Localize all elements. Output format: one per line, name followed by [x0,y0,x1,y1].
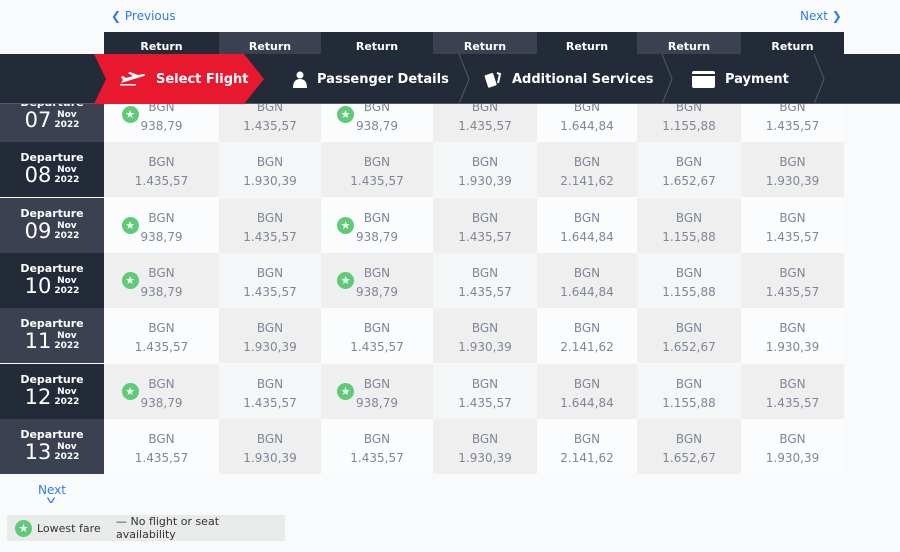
departure-row: Departure 12 Nov 2022 ★ BGN 938,79 BGN 1.435,57… [0,363,844,419]
fare-cell[interactable]: BGN 1.652,67 [637,418,741,474]
person-icon [293,71,307,88]
chevron-left-icon: ❮ [111,9,122,23]
fare-cell[interactable]: BGN 1.435,57 [321,418,433,474]
fare-cell[interactable]: BGN 1.435,57 [219,363,321,419]
fare-cell[interactable]: BGN 1.435,57 [433,363,537,419]
fare-cell[interactable]: BGN 1.930,39 [433,308,537,364]
fare-cell[interactable]: BGN 1.435,57 [104,142,219,198]
return-date-header: Return [219,32,321,56]
fare-cell[interactable]: BGN 1.930,39 [741,418,844,474]
lowest-fare-star-icon: ★ [337,216,354,234]
lowest-fare-star-icon: ★ [121,216,139,234]
fare-cell[interactable]: BGN 2.141,62 [537,308,637,364]
fare-cell[interactable]: BGN 1.652,67 [637,308,741,364]
departure-row: Departure 13 Nov 2022 BGN 1.435,57 BGN 1.930,3… [0,418,844,474]
credit-card-icon [692,70,715,88]
return-date-header: Return [433,32,537,56]
fare-cell[interactable]: BGN 2.141,62 [537,418,637,474]
chevron-down-icon: v [46,495,56,506]
departure-row: Departure 08 Nov 2022 BGN 1.435,57 BGN 1.930,3… [0,142,844,198]
airplane-icon [120,72,145,86]
next-link[interactable]: Next ❯ [800,9,842,23]
fare-cell[interactable]: BGN 1.155,88 [637,197,741,253]
fare-cell[interactable]: BGN 1.644,84 [537,197,637,253]
fare-cell[interactable]: BGN 1.435,57 [433,252,537,308]
legend-lowest-fare: ★ Lowest fare [7,515,109,541]
booking-steps-nav: Select Flight Passenger Details Addition… [0,54,900,104]
departure-date-cell: Departure 10 Nov 2022 [0,252,104,308]
lowest-fare-star-icon: ★ [337,271,354,289]
fare-cell[interactable]: BGN 1.930,39 [433,418,537,474]
step-additional-services[interactable]: Additional Services [484,54,654,104]
star-icon: ★ [15,519,32,537]
tickets-icon [484,71,502,88]
departure-date-cell: Departure 09 Nov 2022 [0,197,104,253]
fare-cell[interactable]: BGN 1.930,39 [433,142,537,198]
chevron-right-icon: ❯ [831,9,842,23]
departure-row: Departure 09 Nov 2022 ★ BGN 938,79 BGN 1.435,57… [0,197,844,253]
departure-date-cell: Departure 11 Nov 2022 [0,308,104,364]
departure-date-cell: Departure 12 Nov 2022 [0,363,104,419]
fare-cell[interactable]: BGN 1.930,39 [219,418,321,474]
fare-cell[interactable]: BGN 1.435,57 [219,252,321,308]
lowest-fare-star-icon: ★ [121,271,139,289]
fare-cell[interactable]: ★ BGN 938,79 [104,252,219,308]
step-select-flight[interactable]: Select Flight [120,54,248,104]
fare-cell[interactable]: BGN 1.435,57 [741,363,844,419]
step-separator [458,54,470,104]
step-separator [813,54,825,104]
previous-link[interactable]: ❮ Previous [111,9,176,23]
fare-cell[interactable]: ★ BGN 938,79 [104,363,219,419]
fare-cell[interactable]: BGN 1.652,67 [637,142,741,198]
fare-cell[interactable]: BGN 1.435,57 [104,418,219,474]
lowest-fare-star-icon: ★ [337,106,354,123]
departure-date-cell: Departure 08 Nov 2022 [0,142,104,198]
departure-date-cell: Departure 13 Nov 2022 [0,418,104,474]
fare-cell[interactable]: ★ BGN 938,79 [321,197,433,253]
fare-cell[interactable]: BGN 1.435,57 [219,197,321,253]
fare-cell[interactable]: BGN 1.930,39 [741,308,844,364]
fare-cell[interactable]: BGN 1.155,88 [637,252,741,308]
lowest-fare-star-icon: ★ [337,382,354,400]
return-date-header: Return [537,32,637,56]
return-date-header: Return [104,32,219,56]
fare-cell[interactable]: BGN 1.930,39 [219,142,321,198]
fare-cell[interactable]: ★ BGN 938,79 [321,363,433,419]
departure-row: Departure 11 Nov 2022 BGN 1.435,57 BGN 1.930,3… [0,308,844,364]
fare-cell[interactable]: BGN 1.435,57 [433,197,537,253]
departure-row: Departure 10 Nov 2022 ★ BGN 938,79 BGN 1.435,57… [0,252,844,308]
fare-cell[interactable]: BGN 2.141,62 [537,142,637,198]
return-date-header: Return [637,32,741,56]
fare-cell[interactable]: BGN 1.435,57 [741,197,844,253]
step-payment[interactable]: Payment [692,54,789,104]
fare-cell[interactable]: ★ BGN 938,79 [104,197,219,253]
fare-cell[interactable]: BGN 1.435,57 [321,142,433,198]
fare-cell[interactable]: ★ BGN 938,79 [321,252,433,308]
step-passenger-details[interactable]: Passenger Details [293,54,449,104]
lowest-fare-star-icon: ★ [121,382,139,400]
fare-cell[interactable]: BGN 1.644,84 [537,363,637,419]
fare-cell[interactable]: BGN 1.435,57 [104,308,219,364]
fare-cell[interactable]: BGN 1.435,57 [741,252,844,308]
fare-cell[interactable]: BGN 1.930,39 [741,142,844,198]
legend-no-availability: — No flight or seat availability [108,515,285,541]
return-date-header: Return [321,32,433,56]
fare-cell[interactable]: BGN 1.155,88 [637,363,741,419]
next-dates-link[interactable]: Next v [38,483,66,506]
lowest-fare-star-icon: ★ [121,106,139,123]
step-separator [661,54,673,104]
fare-cell[interactable]: BGN 1.644,84 [537,252,637,308]
fare-cell[interactable]: BGN 1.930,39 [219,308,321,364]
return-date-header: Return [741,32,844,56]
fare-cell[interactable]: BGN 1.435,57 [321,308,433,364]
